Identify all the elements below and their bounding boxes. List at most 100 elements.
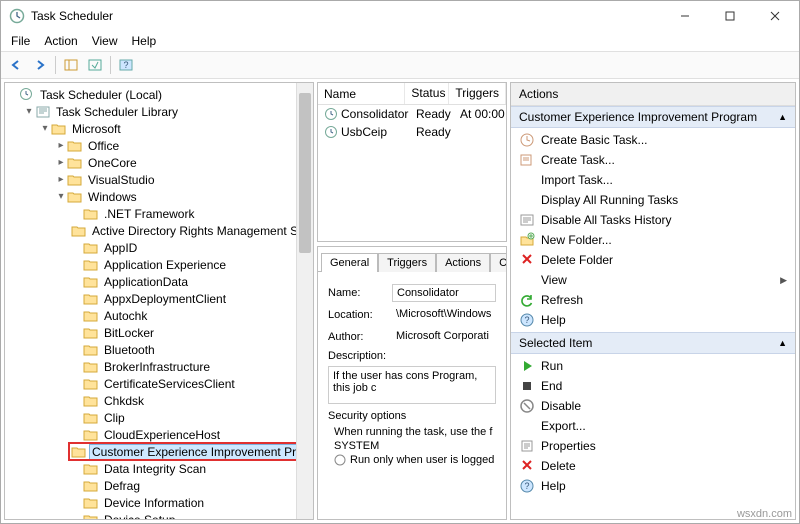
action-item[interactable]: New Folder... [511, 230, 795, 250]
tree-item[interactable]: Device Setup [69, 511, 313, 519]
expand-toggle[interactable]: ▾ [39, 123, 51, 134]
task-status: Ready [410, 124, 454, 140]
tree-item-label: CloudExperienceHost [102, 428, 222, 442]
tree-item[interactable]: Autochk [69, 307, 313, 324]
location-label: Location: [328, 309, 392, 321]
actions-section-context[interactable]: Customer Experience Improvement Program … [511, 106, 795, 128]
properties-pane: General Triggers Actions Cc ◂ ▸ Name:Con… [317, 246, 507, 520]
tab-actions[interactable]: Actions [436, 253, 490, 272]
expand-toggle[interactable]: ▸ [55, 157, 67, 168]
menu-file[interactable]: File [5, 32, 36, 50]
menu-action[interactable]: Action [38, 32, 83, 50]
close-button[interactable] [752, 1, 797, 31]
action-item[interactable]: Disable All Tasks History [511, 210, 795, 230]
tree-library[interactable]: ▾ Task Scheduler Library [21, 103, 313, 120]
tab-conditions[interactable]: Cc [490, 253, 507, 272]
description-field[interactable]: If the user has cons Program, this job c [328, 366, 496, 404]
tree-item[interactable]: AppxDeploymentClient [69, 290, 313, 307]
actions-pane: Actions Customer Experience Improvement … [510, 82, 796, 520]
action-item[interactable]: Refresh [511, 290, 795, 310]
menu-help[interactable]: Help [126, 32, 163, 50]
expand-toggle[interactable]: ▾ [23, 106, 35, 117]
action-item[interactable]: ? Help [511, 476, 795, 496]
tree-microsoft[interactable]: ▾Microsoft [37, 120, 313, 137]
task-row[interactable]: UsbCeip Ready [318, 123, 506, 141]
tree-item[interactable]: ▸VisualStudio [53, 171, 313, 188]
tree-item[interactable]: Chkdsk [69, 392, 313, 409]
action-item[interactable]: Run [511, 356, 795, 376]
folder-icon [51, 121, 67, 137]
tree-item[interactable]: Bluetooth [69, 341, 313, 358]
maximize-button[interactable] [707, 1, 752, 31]
action-item[interactable]: Delete [511, 456, 795, 476]
tree-item[interactable]: ApplicationData [69, 273, 313, 290]
tree-item[interactable]: .NET Framework [69, 205, 313, 222]
actions-section-context-label: Customer Experience Improvement Program [519, 110, 757, 124]
forward-button[interactable] [29, 54, 51, 76]
action-item[interactable]: Create Task... [511, 150, 795, 170]
expand-toggle[interactable]: ▸ [55, 140, 67, 151]
tree-item[interactable]: Data Integrity Scan [69, 460, 313, 477]
tree-item[interactable]: AppID [69, 239, 313, 256]
tree-item[interactable]: Active Directory Rights Management Servi… [69, 222, 313, 239]
expand-toggle[interactable]: ▸ [55, 174, 67, 185]
name-field[interactable]: Consolidator [392, 284, 496, 302]
action-icon [519, 438, 535, 454]
tree-item[interactable]: Clip [69, 409, 313, 426]
folder-icon [83, 359, 99, 375]
action-item[interactable]: Disable [511, 396, 795, 416]
action-item[interactable]: Delete Folder [511, 250, 795, 270]
tree-item[interactable]: ▾Windows [53, 188, 313, 205]
action-item[interactable]: Properties [511, 436, 795, 456]
tree[interactable]: Task Scheduler (Local)▾Task Scheduler Li… [5, 83, 313, 519]
task-name: UsbCeip [341, 125, 387, 139]
radio-run-logged-on[interactable] [334, 454, 346, 466]
task-status: Ready [410, 106, 454, 122]
col-triggers[interactable]: Triggers [449, 83, 506, 104]
back-button[interactable] [5, 54, 27, 76]
action-item[interactable]: Display All Running Tasks [511, 190, 795, 210]
col-name[interactable]: Name [318, 83, 405, 104]
action-item[interactable]: View▶ [511, 270, 795, 290]
minimize-button[interactable] [662, 1, 707, 31]
action-label: Export... [541, 419, 586, 433]
submenu-arrow-icon: ▶ [780, 275, 787, 286]
task-row[interactable]: Consolidator Ready At 00:00 on [318, 105, 506, 123]
task-list[interactable]: Name Status Triggers Consolidator Ready … [317, 82, 507, 242]
tree-item[interactable]: CloudExperienceHost [69, 426, 313, 443]
tree-root[interactable]: Task Scheduler (Local) [5, 86, 313, 103]
tree-scrollbar[interactable] [296, 83, 313, 519]
toolbar-help-button[interactable]: ? [115, 54, 137, 76]
tree-item[interactable]: ▸Office [53, 137, 313, 154]
collapse-icon: ▲ [778, 112, 787, 122]
tree-item[interactable]: Customer Experience Improvement Program [69, 443, 313, 460]
col-status[interactable]: Status [405, 83, 449, 104]
task-icon [324, 125, 338, 139]
action-item[interactable]: End [511, 376, 795, 396]
author-value: Microsoft Corporati [392, 328, 496, 346]
action-label: Disable All Tasks History [541, 213, 672, 227]
tab-triggers[interactable]: Triggers [378, 253, 436, 272]
actions-section-selected[interactable]: Selected Item ▲ [511, 332, 795, 354]
toolbar-separator [55, 56, 56, 74]
toolbar-panes-button[interactable] [60, 54, 82, 76]
menu-view[interactable]: View [86, 32, 124, 50]
tree-item[interactable]: ▸OneCore [53, 154, 313, 171]
action-item[interactable]: Import Task... [511, 170, 795, 190]
toolbar-refresh-button[interactable] [84, 54, 106, 76]
action-item[interactable]: Create Basic Task... [511, 130, 795, 150]
tree-item[interactable]: Application Experience [69, 256, 313, 273]
action-item[interactable]: ? Help [511, 310, 795, 330]
tree-item[interactable]: BitLocker [69, 324, 313, 341]
tree-item[interactable]: Defrag [69, 477, 313, 494]
action-item[interactable]: Export... [511, 416, 795, 436]
tree-item-label: Task Scheduler (Local) [38, 88, 164, 102]
expand-toggle[interactable]: ▾ [55, 191, 67, 202]
tree-item[interactable]: CertificateServicesClient [69, 375, 313, 392]
action-label: Create Basic Task... [541, 133, 648, 147]
tree-item[interactable]: BrokerInfrastructure [69, 358, 313, 375]
tree-item[interactable]: Device Information [69, 494, 313, 511]
folder-icon [67, 138, 83, 154]
tab-general[interactable]: General [321, 253, 378, 272]
tree-item-label: Task Scheduler Library [54, 105, 180, 119]
